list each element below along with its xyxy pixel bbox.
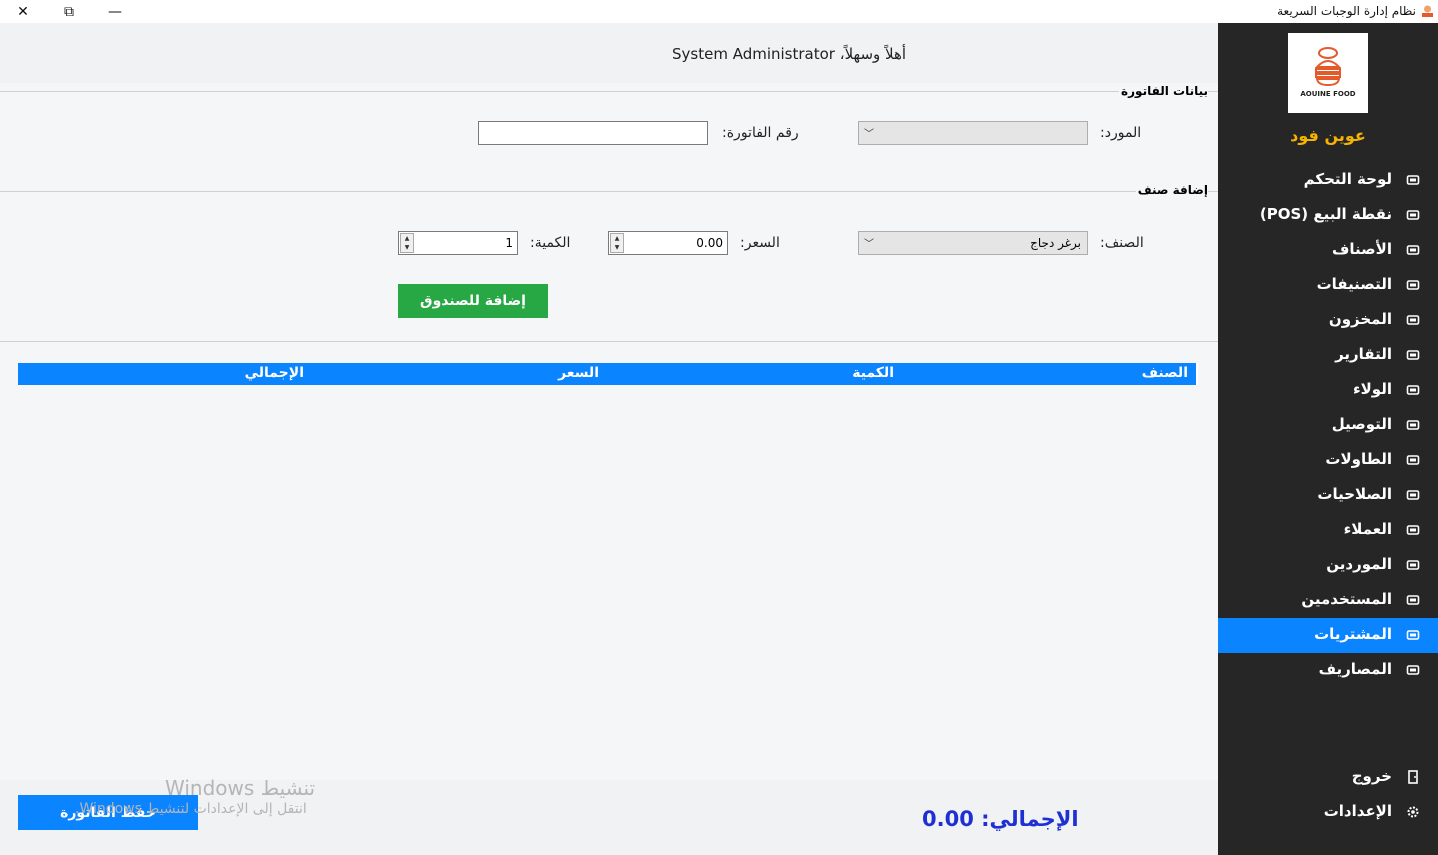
add-item-group-title: إضافة صنف	[1135, 183, 1208, 197]
truck-icon	[1406, 560, 1420, 570]
table-icon	[1406, 455, 1420, 465]
users-icon	[1406, 595, 1420, 605]
sidebar-item-label: لوحة التحكم	[1303, 170, 1392, 188]
sidebar-item-users[interactable]: المستخدمين	[1218, 583, 1438, 618]
sidebar-item-permissions[interactable]: الصلاحيات	[1218, 478, 1438, 513]
spin-arrows-icon[interactable]: ▲ ▼	[610, 233, 624, 253]
sidebar-item-label: التقارير	[1335, 345, 1392, 363]
price-label: السعر:	[740, 235, 780, 251]
sidebar-item-loyalty[interactable]: الولاء	[1218, 373, 1438, 408]
burger-logo-icon	[1314, 47, 1342, 87]
invoice-group-divider	[0, 91, 1218, 92]
user-icon	[1406, 525, 1420, 535]
burger-icon	[1406, 245, 1420, 255]
column-header-item[interactable]: الصنف	[1142, 365, 1188, 381]
grid-body[interactable]	[18, 385, 1198, 775]
invoice-number-label: رقم الفاتورة:	[722, 125, 799, 141]
add-to-cart-button[interactable]: إضافة للصندوق	[398, 284, 548, 318]
sidebar-item-delivery[interactable]: التوصيل	[1218, 408, 1438, 443]
add-item-group-divider	[0, 191, 1218, 192]
minimize-button[interactable]: —	[92, 0, 138, 23]
sidebar-item-label: الأصناف	[1332, 240, 1392, 258]
sidebar-item-expenses[interactable]: المصاريف	[1218, 653, 1438, 688]
sidebar-item-pos[interactable]: نقطة البيع (POS)	[1218, 198, 1438, 233]
money-icon	[1406, 665, 1420, 675]
sidebar-item-label: المخزون	[1328, 310, 1392, 328]
door-icon	[1408, 770, 1418, 784]
sidebar-item-purchases[interactable]: المشتريات	[1218, 618, 1438, 653]
sidebar-item-settings[interactable]: الإعدادات	[1218, 795, 1438, 830]
sidebar-item-label: المستخدمين	[1301, 590, 1392, 608]
chevron-down-icon: ﹀	[864, 129, 874, 140]
qty-stepper[interactable]: ▲ ▼ 1	[398, 231, 518, 255]
sidebar: AOUINE FOOD عوين فود لوحة التحكم نقطة الب…	[1218, 23, 1438, 855]
cash-register-icon	[1406, 210, 1420, 220]
gem-icon	[1406, 385, 1420, 395]
logo: AOUINE FOOD	[1288, 33, 1368, 113]
box-icon	[1406, 315, 1420, 325]
sidebar-item-inventory[interactable]: المخزون	[1218, 303, 1438, 338]
sidebar-item-label: الطاولات	[1325, 450, 1392, 468]
section-divider	[0, 341, 1218, 342]
maximize-button[interactable]: ⧉	[46, 0, 92, 23]
supplier-dropdown[interactable]: ﹀	[858, 121, 1088, 145]
sidebar-item-suppliers[interactable]: الموردين	[1218, 548, 1438, 583]
sidebar-item-label: المصاريف	[1318, 660, 1392, 678]
chart-icon	[1406, 350, 1420, 360]
sidebar-item-label: المشتريات	[1314, 625, 1392, 643]
sidebar-item-tables[interactable]: الطاولات	[1218, 443, 1438, 478]
truck-icon	[1406, 420, 1420, 430]
activation-watermark-subtitle: انتقل إلى الإعدادات لتنشيط Windows.	[75, 801, 307, 817]
qty-label: الكمية:	[530, 235, 571, 251]
price-stepper[interactable]: ▲ ▼ 0.00	[608, 231, 728, 255]
gear-icon	[1407, 806, 1419, 818]
window-title: نظام إدارة الوجبات السريعة	[1277, 4, 1416, 18]
home-icon	[1406, 175, 1420, 185]
logo-text: AOUINE FOOD	[1300, 90, 1356, 98]
sidebar-item-items[interactable]: الأصناف	[1218, 233, 1438, 268]
main-panel: أهلاً وسهلاً، System Administrator بيانا…	[0, 23, 1218, 855]
sidebar-item-label: نقطة البيع (POS)	[1259, 205, 1392, 223]
sidebar-item-reports[interactable]: التقارير	[1218, 338, 1438, 373]
sidebar-item-label: العملاء	[1343, 520, 1392, 538]
sidebar-item-label: التوصيل	[1331, 415, 1392, 433]
spin-arrows-icon[interactable]: ▲ ▼	[400, 233, 414, 253]
supplier-label: المورد:	[1100, 125, 1142, 141]
chevron-down-icon: ﹀	[864, 239, 874, 250]
header-bar: أهلاً وسهلاً، System Administrator	[0, 23, 1218, 83]
total-amount: الإجمالي: 0.00	[922, 807, 1079, 831]
sidebar-item-dashboard[interactable]: لوحة التحكم	[1218, 163, 1438, 198]
sidebar-item-customers[interactable]: العملاء	[1218, 513, 1438, 548]
folder-icon	[1406, 280, 1420, 290]
cart-icon	[1406, 630, 1420, 640]
brand-name: عوين فود	[1290, 126, 1366, 145]
close-button[interactable]: ✕	[0, 0, 46, 23]
sidebar-item-label: التصنيفات	[1316, 275, 1392, 293]
invoice-number-input[interactable]	[478, 121, 708, 145]
sidebar-item-label: الصلاحيات	[1317, 485, 1392, 503]
column-header-total[interactable]: الإجمالي	[245, 365, 304, 381]
sidebar-item-label: الولاء	[1352, 380, 1392, 398]
sidebar-item-label: الموردين	[1326, 555, 1392, 573]
sidebar-item-categories[interactable]: التصنيفات	[1218, 268, 1438, 303]
item-label: الصنف:	[1100, 235, 1144, 251]
grid-header: الصنف الكمية السعر الإجمالي	[18, 363, 1198, 385]
column-header-price[interactable]: السعر	[558, 365, 599, 381]
welcome-text: أهلاً وسهلاً، System Administrator	[672, 45, 907, 63]
title-bar: ✕ ⧉ — نظام إدارة الوجبات السريعة	[0, 0, 1438, 23]
app-icon	[1422, 5, 1433, 17]
item-dropdown[interactable]: برغر دجاج ﹀	[858, 231, 1088, 255]
lock-icon	[1406, 490, 1420, 500]
invoice-group-title: بيانات الفاتورة	[1119, 84, 1208, 98]
column-header-qty[interactable]: الكمية	[852, 365, 894, 381]
sidebar-item-logout[interactable]: خروج	[1218, 760, 1438, 795]
